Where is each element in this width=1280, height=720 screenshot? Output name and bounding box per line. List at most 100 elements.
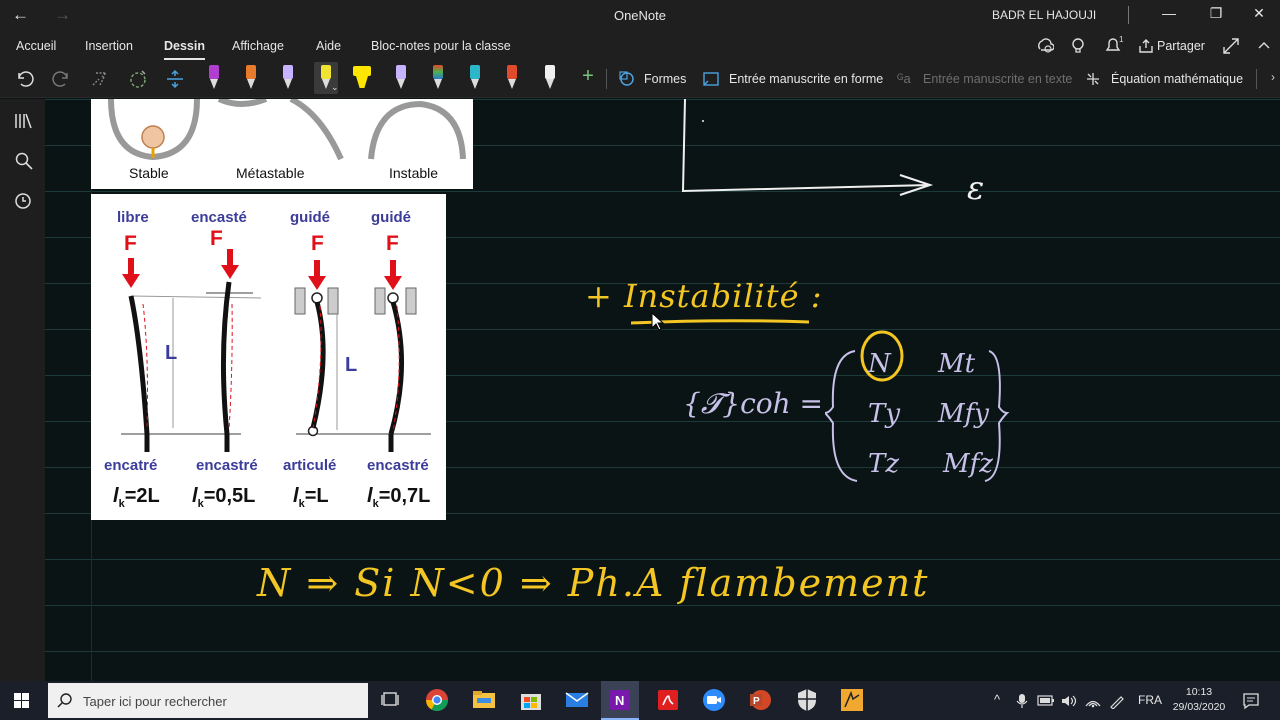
- pen-yellow-selected[interactable]: ⌄: [314, 62, 339, 94]
- highlighter-yellow[interactable]: [351, 64, 373, 94]
- pen-workspace-icon[interactable]: [1108, 693, 1126, 709]
- app-icon-orange[interactable]: [839, 687, 865, 713]
- tab-accueil[interactable]: Accueil: [16, 39, 56, 53]
- volume-icon[interactable]: [1060, 693, 1078, 709]
- lk-value: =L: [304, 485, 329, 507]
- ink-to-shape-icon[interactable]: [702, 70, 720, 88]
- language-indicator[interactable]: FRA: [1138, 693, 1162, 707]
- add-space-icon[interactable]: [164, 68, 186, 90]
- stability-image[interactable]: Stable Métastable Instable: [91, 99, 473, 189]
- system-clock[interactable]: 10:13 29/03/2020: [1170, 685, 1228, 715]
- microphone-icon[interactable]: [1016, 693, 1028, 709]
- toolbar-divider-right: [1256, 69, 1257, 89]
- chevron-right-icon[interactable]: ›: [1262, 70, 1280, 92]
- math-equation-icon[interactable]: [1084, 70, 1102, 88]
- chrome-icon[interactable]: [424, 687, 450, 713]
- lk-value-4: lk=0,7L: [367, 485, 430, 510]
- tab-dessin[interactable]: Dessin: [164, 39, 205, 60]
- clock-date: 29/03/2020: [1172, 701, 1226, 713]
- maximize-button[interactable]: ❐: [1201, 5, 1231, 25]
- redo-icon[interactable]: [52, 69, 72, 89]
- matrix-cell-ty: Ty: [868, 399, 901, 429]
- tab-affichage[interactable]: Affichage: [232, 39, 284, 53]
- buckling-lengths-image[interactable]: libre encasté guidé guidé F F F F L L en…: [91, 194, 446, 520]
- matrix-cell-n: N: [868, 349, 891, 379]
- chevron-down-icon[interactable]: ⌄: [331, 82, 339, 93]
- eraser-icon[interactable]: [127, 68, 149, 90]
- security-shield-icon[interactable]: [794, 687, 820, 713]
- pen-orange[interactable]: [242, 62, 260, 94]
- undo-icon[interactable]: [14, 69, 34, 89]
- label-instable: Instable: [389, 165, 439, 181]
- onenote-taskbar-active[interactable]: N: [601, 681, 639, 720]
- windows-start-icon[interactable]: [14, 693, 30, 709]
- share-button[interactable]: Partager: [1157, 39, 1205, 53]
- tab-insertion[interactable]: Insertion: [85, 39, 133, 53]
- math-equation-button[interactable]: Équation mathématique: [1111, 72, 1243, 86]
- matrix-cell-mt: Mt: [938, 349, 976, 379]
- share-icon[interactable]: [1138, 38, 1154, 54]
- notifications-center-icon[interactable]: [1242, 692, 1260, 710]
- search-icon[interactable]: [14, 151, 34, 171]
- mouse-cursor-icon: [651, 312, 665, 331]
- sync-status-icon[interactable]: [1036, 37, 1054, 55]
- notification-bell-icon[interactable]: 1: [1104, 35, 1124, 55]
- pen-red-orange[interactable]: [503, 62, 521, 94]
- pen-purple[interactable]: [205, 62, 223, 94]
- close-button[interactable]: ✕: [1244, 5, 1274, 25]
- windows-taskbar: Taper ici pour rechercher N P ^ FRA 10:1…: [0, 681, 1280, 720]
- minimize-button[interactable]: —: [1154, 5, 1184, 25]
- wifi-icon[interactable]: [1084, 693, 1102, 709]
- toolbar-divider: [606, 69, 607, 89]
- lk-value-3: lk=L: [293, 485, 329, 510]
- label-encastre-1: encastré: [196, 457, 258, 474]
- lasso-select-icon[interactable]: [90, 69, 110, 89]
- collapse-ribbon-icon[interactable]: [1256, 37, 1272, 55]
- rule-line: [45, 559, 1280, 560]
- user-name[interactable]: BADR EL HAJOUJI: [992, 8, 1096, 22]
- left-navigation-rail: [0, 99, 45, 681]
- zoom-icon[interactable]: [701, 687, 727, 713]
- tab-aide[interactable]: Aide: [316, 39, 341, 53]
- powerpoint-icon[interactable]: P: [747, 687, 773, 713]
- svg-text:P: P: [753, 696, 760, 707]
- ribbon-tabs: Accueil Insertion Dessin Affichage Aide …: [0, 31, 1280, 60]
- shapes-icon[interactable]: [618, 70, 636, 88]
- tab-bloc-notes-classe[interactable]: Bloc-notes pour la classe: [371, 39, 511, 53]
- lk-value-1: lk=2L: [113, 485, 160, 510]
- label-encatre: encatré: [104, 457, 158, 474]
- matrix-cell-mfz: Mfz: [943, 449, 993, 479]
- ink-buckling-statement: N ⇒ Si N<0 ⇒ Ph.A flambement: [257, 561, 930, 605]
- mail-icon[interactable]: [564, 687, 590, 713]
- rule-line: [45, 191, 1280, 192]
- file-explorer-icon[interactable]: [471, 687, 497, 713]
- lk-value: =0,7L: [378, 485, 431, 507]
- label-encastre-2: encastré: [367, 457, 429, 474]
- pen-cyan[interactable]: [466, 62, 484, 94]
- microsoft-store-icon[interactable]: [518, 687, 544, 713]
- acrobat-icon[interactable]: [655, 687, 681, 713]
- battery-icon[interactable]: [1037, 694, 1055, 708]
- pen-white[interactable]: [541, 62, 559, 94]
- pen-tip-icon: [210, 79, 218, 89]
- ink-to-text-icon: ᴳa: [897, 71, 911, 86]
- pen-galaxy[interactable]: [429, 62, 447, 94]
- task-view-icon[interactable]: [378, 687, 404, 713]
- ink-to-shape-button[interactable]: Entrée manuscrite en forme: [729, 72, 883, 86]
- fullscreen-icon[interactable]: [1222, 37, 1240, 55]
- recent-history-icon[interactable]: [14, 192, 34, 212]
- length-label: L: [345, 354, 358, 376]
- shapes-button[interactable]: Formes: [644, 72, 686, 86]
- title-bar: ← → OneNote BADR EL HAJOUJI — ❐ ✕: [0, 0, 1280, 31]
- notebooks-icon[interactable]: [13, 111, 33, 131]
- ink-epsilon: ε: [967, 169, 985, 207]
- add-pen-icon[interactable]: +: [577, 65, 599, 87]
- label-articule: articulé: [283, 457, 337, 474]
- lightbulb-icon[interactable]: [1070, 37, 1086, 55]
- tray-expand-icon[interactable]: ^: [994, 692, 1000, 707]
- page-canvas[interactable]: Stable Métastable Instable libre encasté…: [45, 99, 1280, 681]
- search-icon: [57, 693, 72, 708]
- pen-lavender[interactable]: [279, 62, 297, 94]
- pen-light-purple[interactable]: [392, 62, 410, 94]
- taskbar-search[interactable]: Taper ici pour rechercher: [48, 683, 368, 718]
